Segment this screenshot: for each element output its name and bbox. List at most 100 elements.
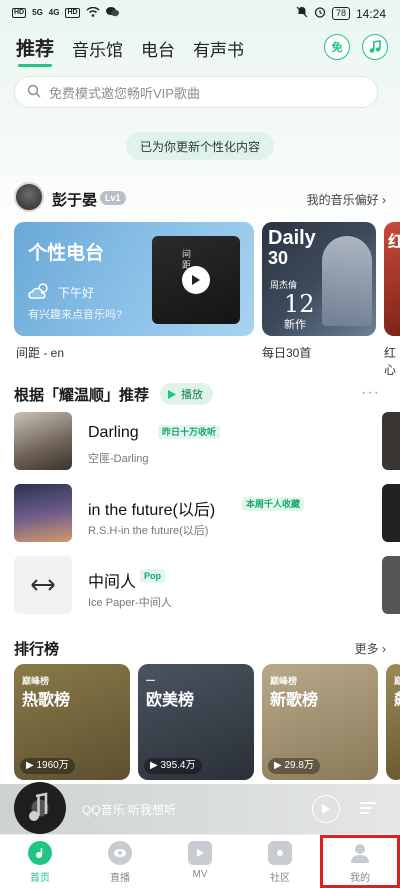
wifi-icon [86, 6, 100, 19]
radio-title: 个性电台 [28, 243, 105, 264]
hd-badge-2: HD [65, 7, 80, 18]
nav-mv[interactable]: MV [160, 835, 240, 888]
live-eye-icon [108, 841, 132, 865]
chart-count-value: 1960万 [36, 760, 69, 771]
tab-music-hall[interactable]: 音乐馆 [72, 36, 123, 61]
play-all-button[interactable]: 播放 [160, 383, 213, 405]
preferences-label: 我的音乐偏好 [306, 193, 379, 207]
update-notice: 已为你更新个性化内容 [126, 132, 274, 160]
music-preferences-link[interactable]: 我的音乐偏好 › [307, 191, 386, 208]
charts-more-link[interactable]: 更多 › [355, 640, 386, 657]
song-cover [14, 412, 72, 470]
song-tag: Pop [140, 569, 165, 583]
daily-title: Daily [268, 227, 316, 249]
play-icon [192, 275, 200, 285]
wechat-icon [105, 6, 119, 19]
search-placeholder: 免费模式邀您畅听VIP歌曲 [49, 85, 200, 101]
next-column-peek [382, 556, 400, 614]
chart-card-peek[interactable]: 巅 飙 [386, 664, 400, 780]
radio-album-art: 间 距 [152, 236, 240, 324]
user-name[interactable]: 彭于晏 [52, 189, 97, 210]
hd-badge-1: HD [12, 7, 27, 18]
daily-subtitle: 新作 [284, 319, 306, 331]
play-button[interactable] [182, 266, 210, 294]
alarm-icon [314, 6, 326, 21]
song-tag: 本周千人收藏 [242, 497, 305, 511]
avatar[interactable] [14, 182, 44, 212]
chart-name: 新歌榜 [270, 692, 319, 709]
double-arrow-icon [31, 579, 55, 591]
radio-caption: 间距 - en [16, 346, 65, 360]
music-note-icon [29, 792, 48, 821]
status-left: HD 5G 4G HD [12, 6, 119, 19]
tab-radio[interactable]: 电台 [141, 36, 175, 61]
tab-audiobooks[interactable]: 有声书 [193, 36, 244, 61]
chart-name: 欧美榜 [146, 692, 195, 709]
nav-community[interactable]: 社区 [240, 835, 320, 888]
play-icon [322, 804, 330, 814]
mini-player[interactable]: QQ音乐 听我想听 [0, 782, 400, 834]
list-item[interactable]: 中间人 Pop Ice Paper-中间人 [14, 556, 386, 614]
mini-player-cover[interactable] [14, 782, 66, 834]
personal-radio-card[interactable]: 个性电台 下午好 有兴趣来点音乐吗? 间 距 [14, 222, 254, 336]
chevron-right-icon: › [382, 642, 386, 656]
nav-community-label: 社区 [270, 873, 290, 884]
chart-count-value: 29.8万 [284, 760, 314, 771]
nav-profile[interactable]: 我的 [320, 835, 400, 888]
nav-home[interactable]: 首页 [0, 835, 80, 888]
chart-card-western[interactable]: 一 欧美榜 ▶ 395.4万 [138, 664, 254, 780]
network-5g: 5G [32, 8, 43, 17]
radio-greeting: 下午好 [58, 286, 95, 300]
mini-player-text: QQ音乐 听我想听 [82, 803, 177, 817]
daily-cover-figure [322, 236, 372, 326]
top-icons: 免 [324, 34, 388, 60]
list-item[interactable]: Darling 昨日十万收听 空匪-Darling [14, 412, 386, 470]
nav-live-label: 直播 [110, 873, 130, 884]
network-4g: 4G [48, 8, 60, 17]
recommend-heading: 根据「耀温顺」推荐 [14, 387, 150, 404]
playlist-icon[interactable] [358, 798, 378, 823]
chart-count-value: 395.4万 [160, 760, 196, 771]
mute-bell-icon [296, 6, 308, 21]
next-column-peek [382, 484, 400, 542]
charts-more-label: 更多 [354, 642, 379, 656]
status-bar: HD 5G 4G HD 78 14:24 [0, 0, 400, 28]
nav-live[interactable]: 直播 [80, 835, 160, 888]
list-item[interactable]: in the future(以后) 本周千人收藏 R.S.H-in the fu… [14, 484, 386, 542]
chart-name: 飙 [394, 686, 400, 710]
chart-play-count: ▶ 395.4万 [144, 758, 202, 774]
nav-home-label: 首页 [30, 873, 50, 884]
daily-number: 30 [268, 248, 289, 268]
play-all-label: 播放 [181, 389, 203, 401]
nav-profile-label: 我的 [350, 873, 370, 884]
radio-prompt: 有兴趣来点音乐吗? [28, 309, 123, 321]
battery-indicator: 78 [331, 7, 350, 20]
user-row: 彭于晏 Lv1 我的音乐偏好 › [14, 182, 386, 214]
chevron-right-icon: › [382, 193, 386, 207]
mv-play-icon [188, 841, 212, 865]
chart-card-hot[interactable]: 巅峰榜 热歌榜 ▶ 1960万 [14, 664, 130, 780]
song-title: in the future(以后) [88, 502, 216, 519]
mini-play-button[interactable] [312, 795, 340, 823]
daily-30-card[interactable]: Daily 30 周杰倫 12 新作 [262, 222, 376, 336]
cloud-sun-icon [28, 282, 52, 305]
peek-title: 红 [388, 234, 400, 251]
search-bar[interactable]: 免费模式邀您畅听VIP歌曲 [14, 76, 378, 108]
search-icon [27, 84, 49, 101]
chart-card-new[interactable]: 巅峰榜 新歌榜 ▶ 29.8万 [262, 664, 378, 780]
song-cover [14, 556, 72, 614]
next-column-peek [382, 412, 400, 470]
daily-big-number: 12 [284, 290, 315, 318]
red-heart-card-peek[interactable]: 红 [384, 222, 400, 336]
top-tabs: 推荐 音乐馆 电台 有声书 [16, 34, 244, 67]
level-badge: Lv1 [100, 191, 126, 205]
song-subtitle: 空匪-Darling [88, 453, 149, 465]
more-options-icon[interactable]: ··· [361, 384, 380, 402]
tab-recommend[interactable]: 推荐 [16, 34, 54, 67]
music-note-icon[interactable] [362, 34, 388, 60]
community-icon [268, 841, 292, 865]
home-icon [28, 841, 52, 865]
nav-mv-label: MV [192, 869, 208, 880]
song-tag: 昨日十万收听 [158, 425, 221, 439]
free-mode-button[interactable]: 免 [324, 34, 350, 60]
